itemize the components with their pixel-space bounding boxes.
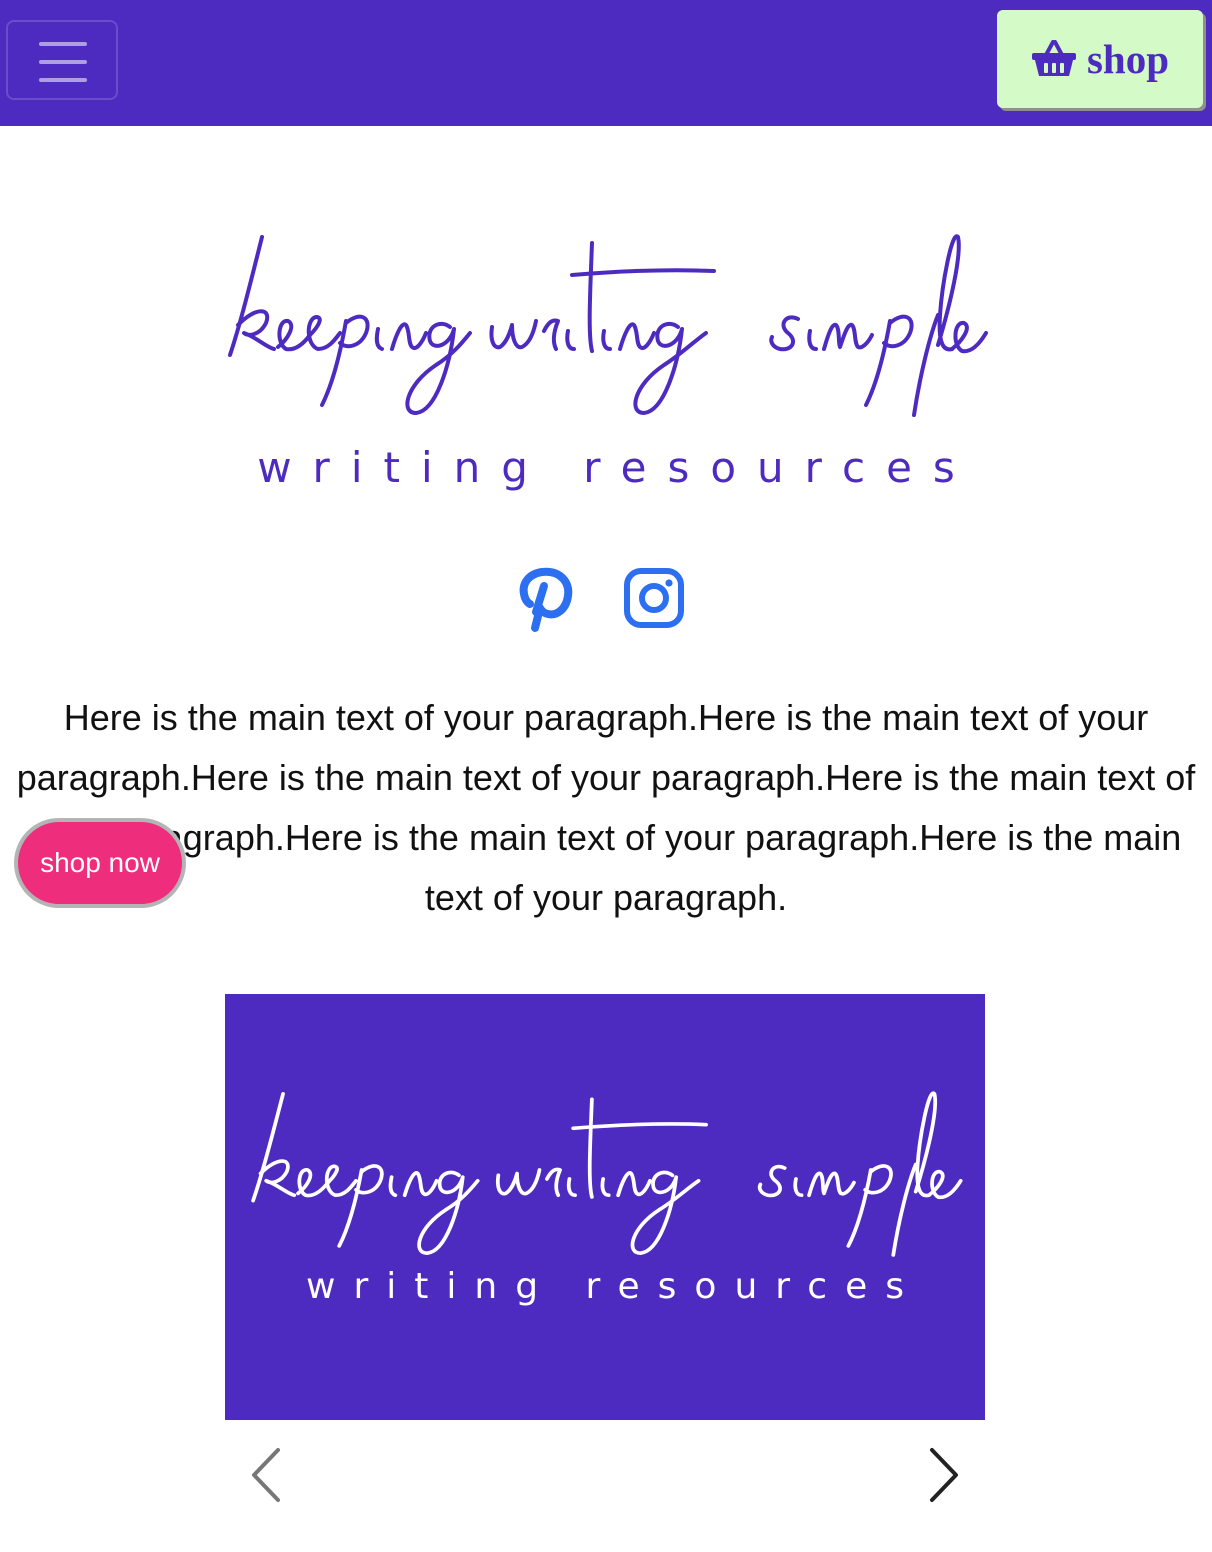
shop-button-label: shop: [1086, 36, 1170, 82]
slide-logo-image: [251, 1091, 963, 1257]
pinterest-icon[interactable]: [508, 560, 584, 636]
main-paragraph: Here is the main text of your paragraph.…: [16, 697, 1196, 918]
slide-subtitle: writing resources: [306, 1266, 922, 1307]
shop-now-button[interactable]: shop now: [14, 818, 186, 908]
script-logo-image: [228, 234, 988, 417]
top-navbar: shop: [0, 0, 1212, 126]
logo-subtitle: writing resources: [257, 443, 976, 492]
chevron-right-icon[interactable]: [920, 1442, 970, 1508]
chevron-left-icon[interactable]: [240, 1442, 290, 1508]
brand-logo: writing resources: [200, 215, 1012, 505]
carousel-slide: writing resources: [225, 994, 985, 1420]
shopping-basket-icon: [1031, 40, 1076, 76]
instagram-icon[interactable]: [616, 560, 692, 636]
hamburger-menu-icon: [39, 78, 87, 82]
hamburger-menu-icon: [39, 60, 87, 64]
hamburger-menu-button[interactable]: [6, 20, 118, 100]
shop-button[interactable]: shop: [997, 10, 1203, 108]
hamburger-menu-icon: [39, 42, 87, 46]
